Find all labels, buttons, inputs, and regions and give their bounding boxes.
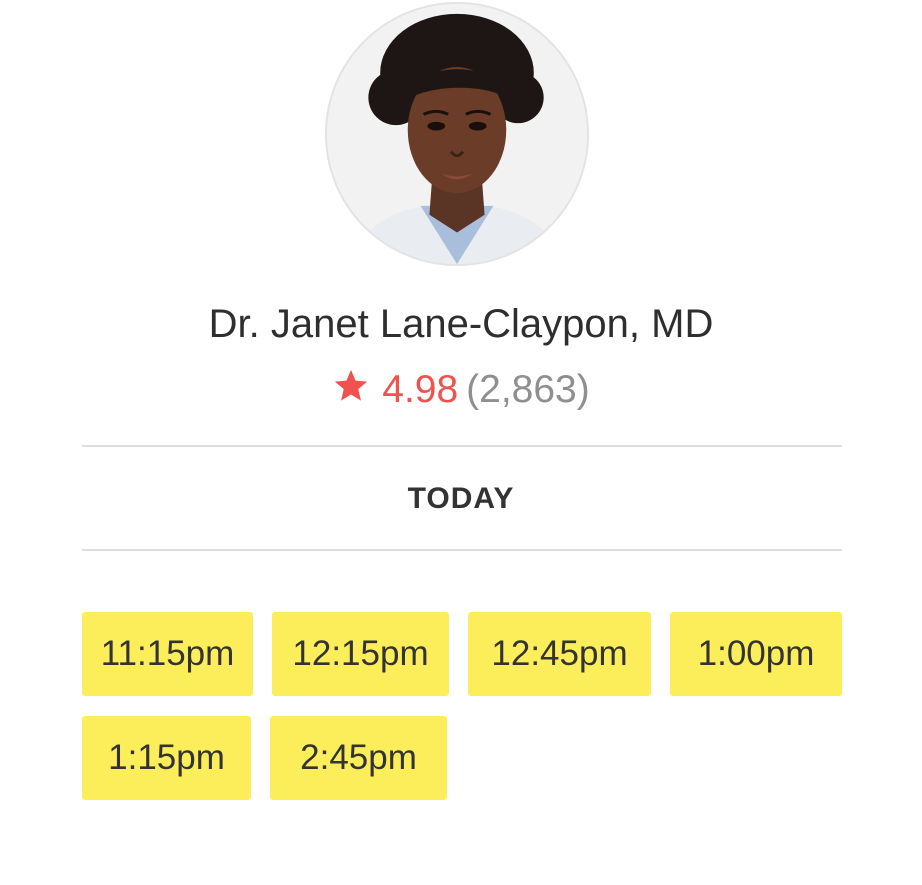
divider-top xyxy=(82,445,842,447)
rating-count: (2,863) xyxy=(466,368,590,411)
star-icon xyxy=(335,369,368,401)
time-slot-button[interactable]: 1:00pm xyxy=(670,612,842,696)
time-slot-button[interactable]: 12:15pm xyxy=(272,612,449,696)
time-slot-button[interactable]: 12:45pm xyxy=(468,612,651,696)
time-slot-button[interactable]: 11:15pm xyxy=(82,612,253,696)
rating-value: 4.98 xyxy=(382,368,459,411)
doctor-avatar xyxy=(325,2,589,266)
divider-bottom xyxy=(82,549,842,551)
time-slot-button[interactable]: 1:15pm xyxy=(82,716,251,800)
day-label: TODAY xyxy=(407,482,515,515)
rating-row: 4.98 (2,863) xyxy=(0,366,922,414)
doctor-name: Dr. Janet Lane-Claypon, MD xyxy=(208,302,714,346)
time-slot-button[interactable]: 2:45pm xyxy=(270,716,447,800)
doctor-portrait-image xyxy=(327,4,587,264)
